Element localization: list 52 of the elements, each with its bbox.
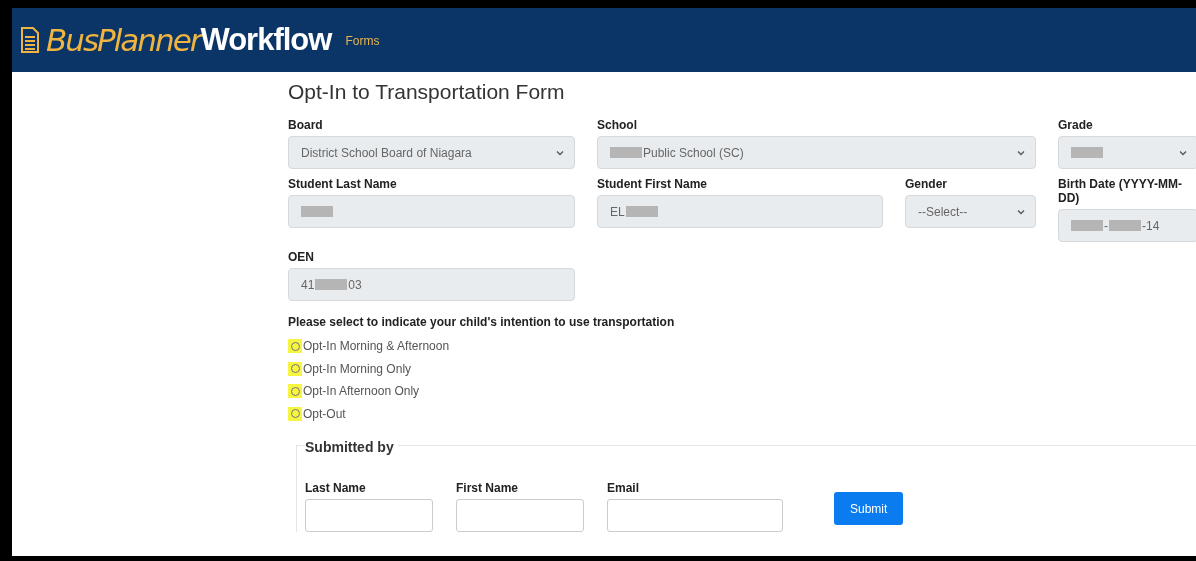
submit-button[interactable]: Submit [834, 492, 904, 525]
caret-icon [1017, 207, 1025, 216]
nav-link[interactable]: Forms [345, 34, 380, 48]
redaction-block [1071, 220, 1103, 231]
input-field[interactable] [305, 499, 433, 532]
input-field[interactable] [288, 195, 575, 228]
input-field[interactable] [607, 499, 783, 532]
select-field[interactable]: --Select-- [905, 195, 1036, 228]
input-field[interactable]: - -14 [1058, 209, 1196, 242]
redaction-block [301, 206, 333, 217]
field-label: Student Last Name [288, 177, 398, 191]
select-field[interactable] [1058, 136, 1196, 169]
redaction-block [1109, 220, 1141, 231]
input-field[interactable] [456, 499, 584, 532]
option-label: Opt-Out [303, 406, 346, 421]
input-field[interactable]: EL [597, 195, 883, 228]
field-label: Grade [1058, 118, 1094, 132]
redaction-block [625, 206, 658, 217]
form-title: Opt-In to Transportation Form [288, 80, 566, 104]
field-label: OEN [288, 250, 315, 264]
field-label: School [597, 118, 638, 132]
field-value: 41 [301, 277, 315, 292]
field-label: Board [288, 118, 324, 132]
field-value: 03 [348, 277, 362, 292]
field-label: First Name [456, 481, 520, 495]
field-value: Public School (SC) [643, 145, 744, 160]
field-value: - [1104, 218, 1108, 233]
field-value: -14 [1142, 218, 1160, 233]
redaction-block [610, 147, 642, 158]
brand-name: BusPlanner [46, 22, 201, 58]
question-text: Please select to indicate your child's intention to use transportation [288, 315, 676, 329]
field-label: Last Name [305, 481, 367, 495]
field-value: --Select-- [918, 204, 968, 219]
field-label: Student First Name [597, 177, 708, 191]
field-value: EL [610, 204, 625, 219]
caret-icon [1179, 148, 1187, 157]
input-field[interactable]: 41 03 [288, 268, 575, 301]
field-label: Email [607, 481, 640, 495]
caret-icon [556, 148, 564, 157]
select-field[interactable]: District School Board of Niagara [288, 136, 575, 169]
option-label: Opt-In Morning Only [303, 361, 412, 376]
option-label: Opt-In Morning & Afternoon [303, 339, 450, 354]
field-value: District School Board of Niagara [301, 145, 472, 160]
redaction-block [1071, 147, 1103, 158]
field-label: Gender [905, 177, 948, 191]
field-label: Birth Date (YYYY-MM-DD) [1058, 177, 1183, 205]
redaction-block [315, 279, 348, 290]
legend-text: Submitted by [305, 439, 398, 455]
caret-icon [1017, 148, 1025, 157]
document-icon [20, 26, 40, 54]
option-label: Opt-In Afternoon Only [303, 384, 420, 399]
select-field[interactable]: Public School (SC) [597, 136, 1036, 169]
